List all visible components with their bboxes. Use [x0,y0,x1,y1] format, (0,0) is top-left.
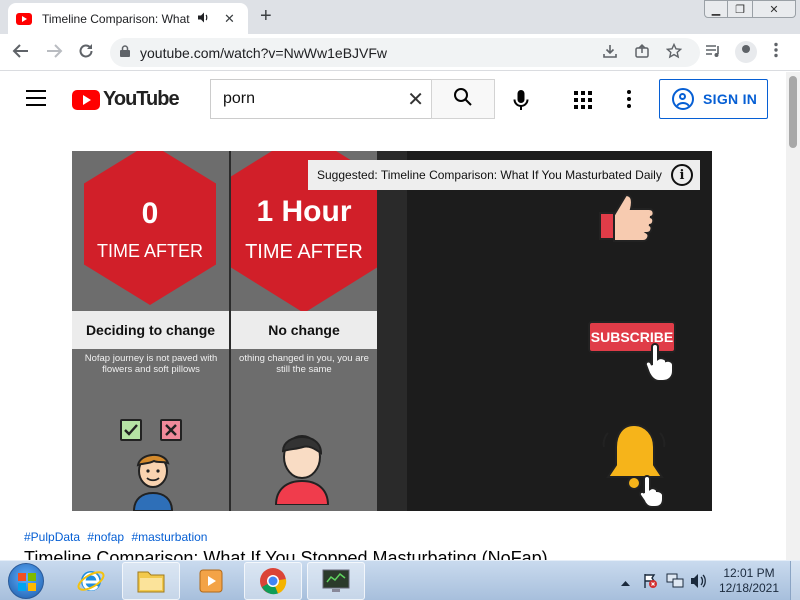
apps-grid-icon[interactable] [574,91,592,109]
action-center-flag-icon[interactable] [642,573,658,592]
youtube-logo[interactable]: YouTube [72,88,180,111]
checked-box-icon [120,419,142,441]
panel-heading: Deciding to change [72,311,229,349]
install-app-icon[interactable] [602,43,618,63]
search-input[interactable]: porn ✕ [210,79,432,119]
hashtag-link[interactable]: #PulpData [24,530,80,544]
url-text: youtube.com/watch?v=NwWw1eBJVFw [140,44,388,61]
browser-tab-strip: Timeline Comparison: What If ✕ + ▁ ❐ ✕ [0,0,800,34]
media-player-icon[interactable] [182,562,240,600]
back-arrow-icon[interactable] [12,42,30,64]
hashtag-link[interactable]: #nofap [87,530,124,544]
window-maximize-button[interactable]: ❐ [727,0,753,18]
info-icon[interactable]: i [671,164,693,186]
youtube-play-logo-icon [72,89,100,110]
show-hidden-icons-icon[interactable] [621,575,630,589]
panel-time-label: TIME AFTER [96,241,203,261]
video-hashtags: #PulpData #nofap #masturbation [24,530,211,544]
panel-description: othing changed in you, you are still the… [239,353,369,375]
panel-number: 1 Hour [256,195,352,228]
volume-icon[interactable] [690,573,706,592]
panel-number: 0 [141,197,159,230]
suggested-video-card[interactable]: Suggested: Timeline Comparison: What If … [308,160,700,190]
file-explorer-icon[interactable] [122,562,180,600]
youtube-header: YouTube porn ✕ SIGN IN [0,72,786,128]
crossed-box-icon [160,419,182,441]
show-desktop-button[interactable] [790,561,800,600]
profile-avatar-icon[interactable] [735,41,757,63]
windows-flag-icon [18,573,36,591]
tab-close-icon[interactable]: ✕ [224,11,235,27]
page-scrollbar-thumb[interactable] [789,76,797,148]
internet-explorer-icon[interactable] [62,562,120,600]
speaker-icon[interactable] [198,12,210,26]
share-icon[interactable] [634,43,650,63]
panel-edge [377,151,407,511]
monitor-icon[interactable] [307,562,365,600]
windows-taskbar: 12:01 PM 12/18/2021 [0,560,800,600]
window-minimize-button[interactable]: ▁ [704,0,728,18]
hand-cursor-icon [644,343,674,381]
page-scrollbar[interactable] [786,72,800,560]
taskbar-clock[interactable]: 12:01 PM 12/18/2021 [714,566,784,596]
settings-menu-icon[interactable] [627,90,633,111]
sign-in-button[interactable]: SIGN IN [659,79,768,119]
browser-menu-icon[interactable] [774,42,778,62]
youtube-favicon-icon [16,12,32,25]
panel-heading: No change [231,311,377,349]
browser-toolbar: youtube.com/watch?v=NwWw1eBJVFw [0,34,800,71]
chrome-icon[interactable] [244,562,302,600]
neutral-man-icon [274,435,330,505]
clear-search-icon[interactable]: ✕ [407,87,424,112]
thumbs-up-icon [599,193,655,242]
media-queue-icon[interactable] [705,43,721,63]
tab-title: Timeline Comparison: What If [42,11,192,26]
smiling-man-icon [132,454,174,511]
microphone-icon[interactable] [513,90,529,117]
bookmark-star-icon[interactable] [665,42,683,63]
panel-description: Nofap journey is not paved with flowers … [84,353,218,375]
reload-icon[interactable] [77,42,95,64]
start-button[interactable] [8,563,44,599]
notification-bell-icon [602,423,666,508]
youtube-wordmark: YouTube [103,88,180,110]
panel-time-label: TIME AFTER [245,241,363,263]
new-tab-button[interactable]: + [260,5,272,27]
clock-time: 12:01 PM [723,566,775,580]
search-icon [453,87,473,112]
forward-arrow-icon[interactable] [45,42,63,64]
search-query: porn [223,90,256,107]
network-icon[interactable] [666,573,684,592]
guide-menu-icon[interactable] [26,90,46,106]
suggested-video-text: Suggested: Timeline Comparison: What If … [317,168,662,182]
browser-tab-youtube[interactable]: Timeline Comparison: What If ✕ [8,3,248,34]
hashtag-link[interactable]: #masturbation [131,530,207,544]
video-player[interactable]: 0 TIME AFTER 1 Hour TIME AFTER Deciding … [72,151,712,511]
account-circle-icon [672,88,694,110]
sign-in-label: SIGN IN [703,91,758,107]
window-close-button[interactable]: ✕ [752,0,796,18]
lock-icon[interactable] [120,45,130,60]
clock-date: 12/18/2021 [718,581,780,595]
search-button[interactable] [431,79,495,119]
